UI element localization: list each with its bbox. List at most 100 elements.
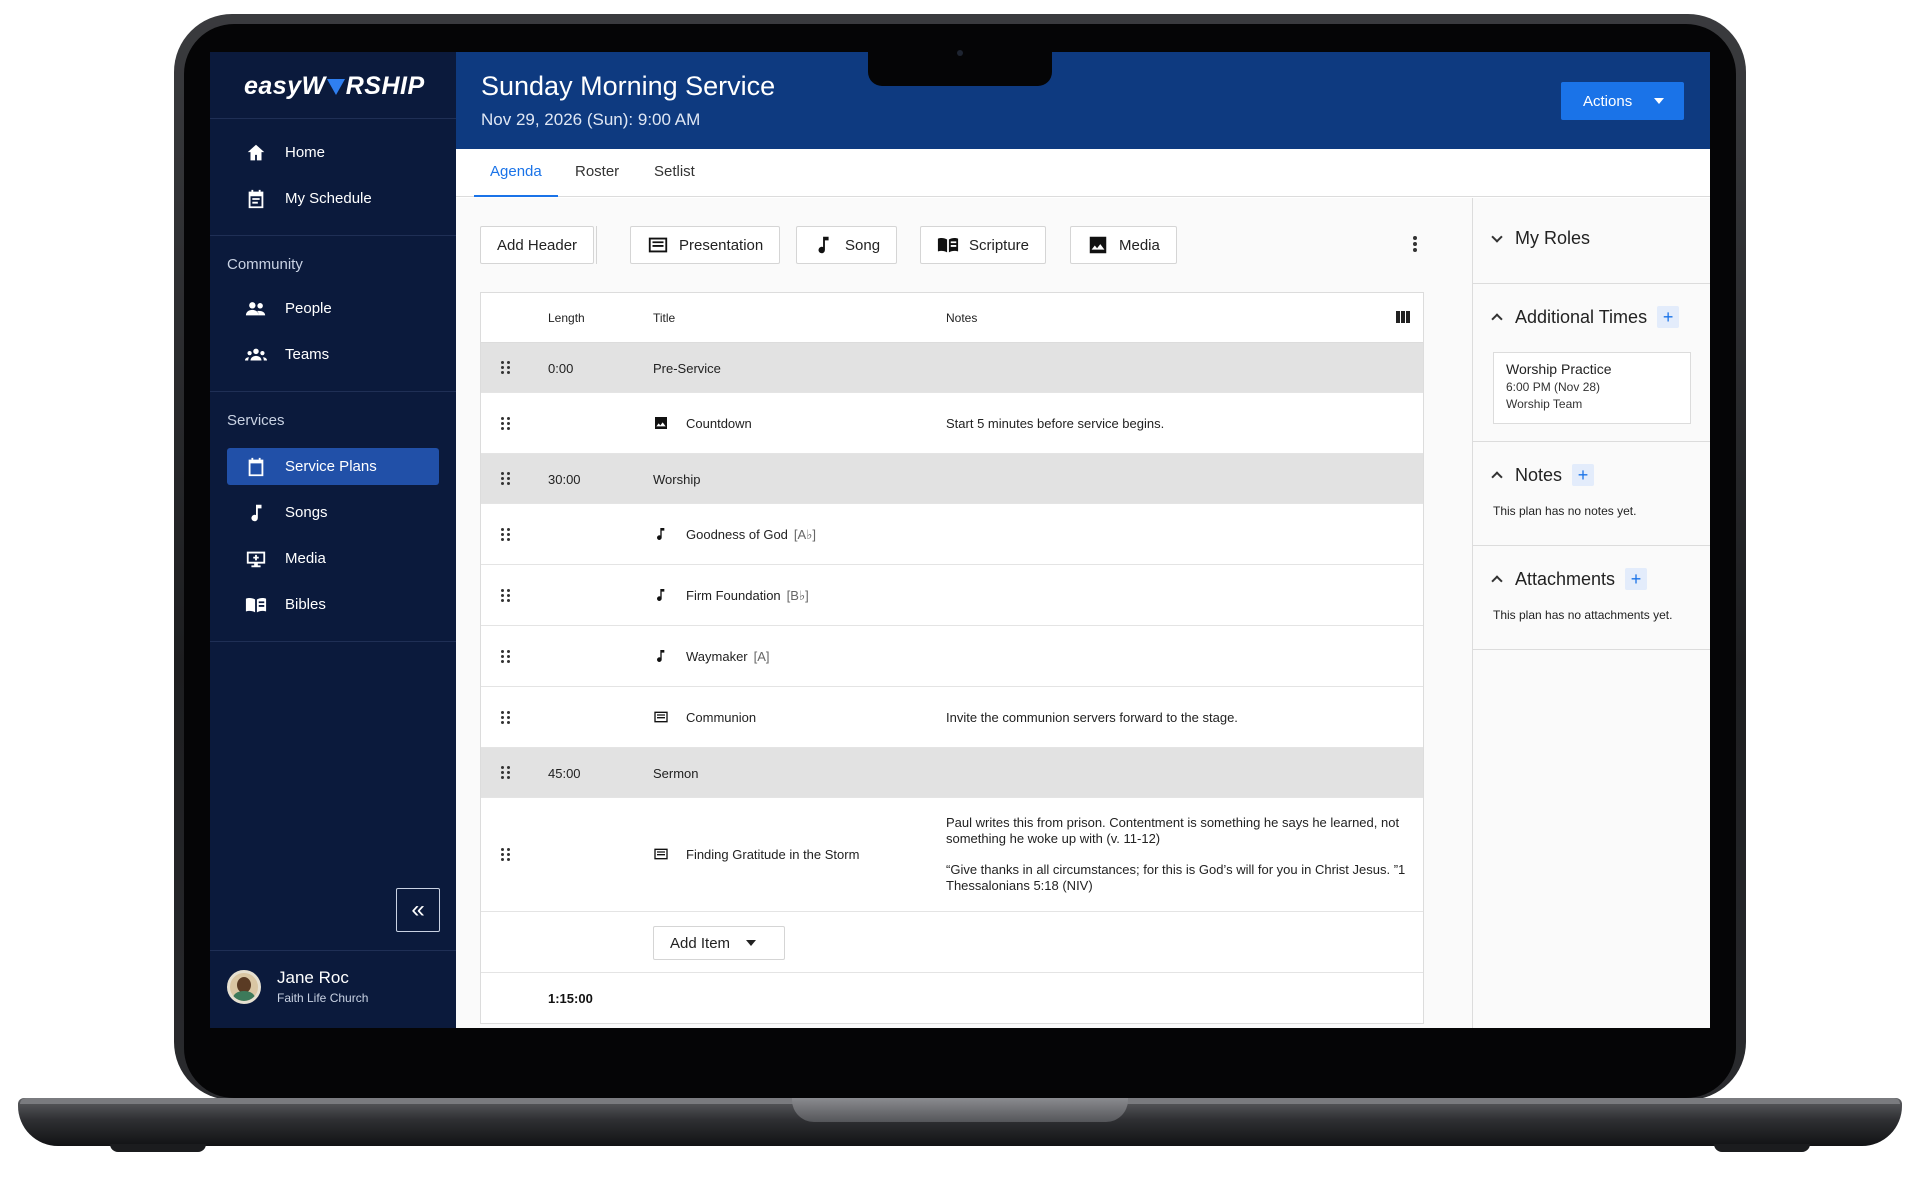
attachments-empty-text: This plan has no attachments yet. [1493,608,1673,622]
tab-setlist[interactable]: Setlist [654,149,695,197]
column-header-notes[interactable]: Notes [946,311,977,325]
tab-bar: Agenda Roster Setlist [456,149,1710,197]
drag-handle-icon[interactable] [501,848,511,862]
book-icon [937,237,959,253]
additional-times-header[interactable]: Additional Times + [1491,306,1680,328]
row-title: Communion [686,710,757,725]
collapse-sidebar-button[interactable]: « [396,888,440,932]
drag-handle-icon[interactable] [501,361,511,375]
sidebar-divider [210,235,456,236]
avatar [227,969,261,1004]
sidebar-item-label: Media [285,550,326,567]
logo-text-right: RSHIP [345,72,425,100]
table-row[interactable]: Goodness of God [A♭] [481,504,1423,565]
sidebar-item-my-schedule[interactable]: My Schedule [227,180,439,217]
sidebar-item-service-plans[interactable]: Service Plans [227,448,439,485]
button-label: Presentation [679,236,764,254]
tab-roster[interactable]: Roster [575,149,619,197]
add-note-button[interactable]: + [1572,464,1595,486]
drag-handle-icon[interactable] [501,417,511,431]
plan-header: Sunday Morning Service Nov 29, 2026 (Sun… [456,52,1710,149]
row-title: Pre-Service [653,361,721,376]
drag-handle-icon[interactable] [501,589,511,603]
camera-notch [868,52,1052,86]
drag-handle-icon[interactable] [501,650,511,664]
add-time-button[interactable]: + [1657,306,1680,328]
column-header-title[interactable]: Title [653,311,675,325]
attachments-section: Attachments + This plan has no attachment… [1473,546,1710,650]
table-row[interactable]: Countdown Start 5 minutes before service… [481,393,1423,454]
drag-handle-icon[interactable] [501,711,511,725]
table-row[interactable]: Finding Gratitude in the Storm Paul writ… [481,798,1423,912]
music-note-icon [653,587,669,603]
add-header-button[interactable]: Add Header [480,226,595,264]
time-card[interactable]: Worship Practice 6:00 PM (Nov 28) Worshi… [1493,352,1691,424]
row-title: Goodness of God [686,527,788,542]
sidebar-item-songs[interactable]: Songs [227,494,439,531]
camera-icon [957,50,963,56]
row-notes: Paul writes this from prison. Contentmen… [946,815,1400,846]
attachments-header[interactable]: Attachments + [1491,568,1648,590]
sidebar-item-people[interactable]: People [227,290,439,327]
notes-section: Notes + This plan has no notes yet. [1473,442,1710,546]
row-notes: Invite the communion servers forward to … [946,710,1238,725]
columns-icon[interactable] [1396,311,1410,323]
section-title: My Roles [1515,228,1591,248]
home-icon [245,142,267,164]
music-note-icon [818,236,829,254]
double-chevron-left-icon: « [411,896,425,923]
drag-handle-icon[interactable] [501,472,511,486]
total-row: 1:15:00 [481,973,1423,1023]
add-presentation-button[interactable]: Presentation [630,226,781,264]
sidebar-item-home[interactable]: Home [227,134,439,171]
chevron-up-icon [1491,313,1503,325]
drag-handle-icon[interactable] [501,528,511,542]
button-label: Add Item [670,934,731,952]
calendar-icon [245,456,267,478]
tab-agenda[interactable]: Agenda [474,149,558,197]
add-media-button[interactable]: Media [1070,226,1177,264]
additional-times-section: Additional Times + Worship Practice 6:00 … [1473,284,1710,442]
plan-date: Nov 29, 2026 (Sun): 9:00 AM [481,110,701,129]
user-profile[interactable]: Jane Roc Faith Life Church [227,968,368,1005]
sidebar-item-label: Songs [285,504,328,521]
laptop-foot-right [1714,1144,1810,1152]
notes-header[interactable]: Notes + [1491,464,1595,486]
sidebar-divider [210,118,456,119]
add-scripture-button[interactable]: Scripture [920,226,1047,264]
add-item-button[interactable]: Add Item [653,926,785,960]
sidebar-divider [210,950,456,951]
table-row-header[interactable]: 30:00 Worship [481,454,1423,504]
sidebar-section-community: Community [227,256,303,273]
my-roles-section: My Roles [1473,198,1710,284]
sidebar-item-bibles[interactable]: Bibles [227,586,439,623]
sidebar-item-teams[interactable]: Teams [227,336,439,373]
row-length: 0:00 [548,361,574,376]
my-roles-toggle[interactable]: My Roles [1491,228,1591,249]
agenda-panel: Add Header Presentation Song Scripture M… [456,198,1472,1028]
add-song-button[interactable]: Song [796,226,898,264]
actions-button[interactable]: Actions [1561,82,1684,120]
sidebar: easyW RSHIP Home My Schedule Community Pe… [210,52,456,1028]
time-card-team: Worship Team [1506,397,1583,411]
table-row-header[interactable]: 0:00 Pre-Service [481,343,1423,393]
presentation-icon [648,237,668,253]
more-options-icon[interactable] [1412,234,1418,256]
actions-label: Actions [1583,92,1633,110]
button-label: Song [845,236,881,254]
table-row-header[interactable]: 45:00 Sermon [481,748,1423,798]
app-logo[interactable]: easyW RSHIP [244,72,425,101]
table-row[interactable]: Firm Foundation [B♭] [481,565,1423,626]
table-row[interactable]: Waymaker [A] [481,626,1423,687]
sidebar-item-label: People [285,300,332,317]
calendar-icon [245,188,267,210]
chevron-up-icon [1491,471,1503,483]
table-row[interactable]: Communion Invite the communion servers f… [481,687,1423,748]
add-attachment-button[interactable]: + [1625,568,1648,590]
column-header-length[interactable]: Length [548,311,585,325]
sidebar-item-media[interactable]: Media [227,540,439,577]
row-title: Sermon [653,766,699,781]
music-note-icon [245,502,267,524]
drag-handle-icon[interactable] [501,766,511,780]
app-screen: easyW RSHIP Home My Schedule Community Pe… [210,52,1710,1028]
